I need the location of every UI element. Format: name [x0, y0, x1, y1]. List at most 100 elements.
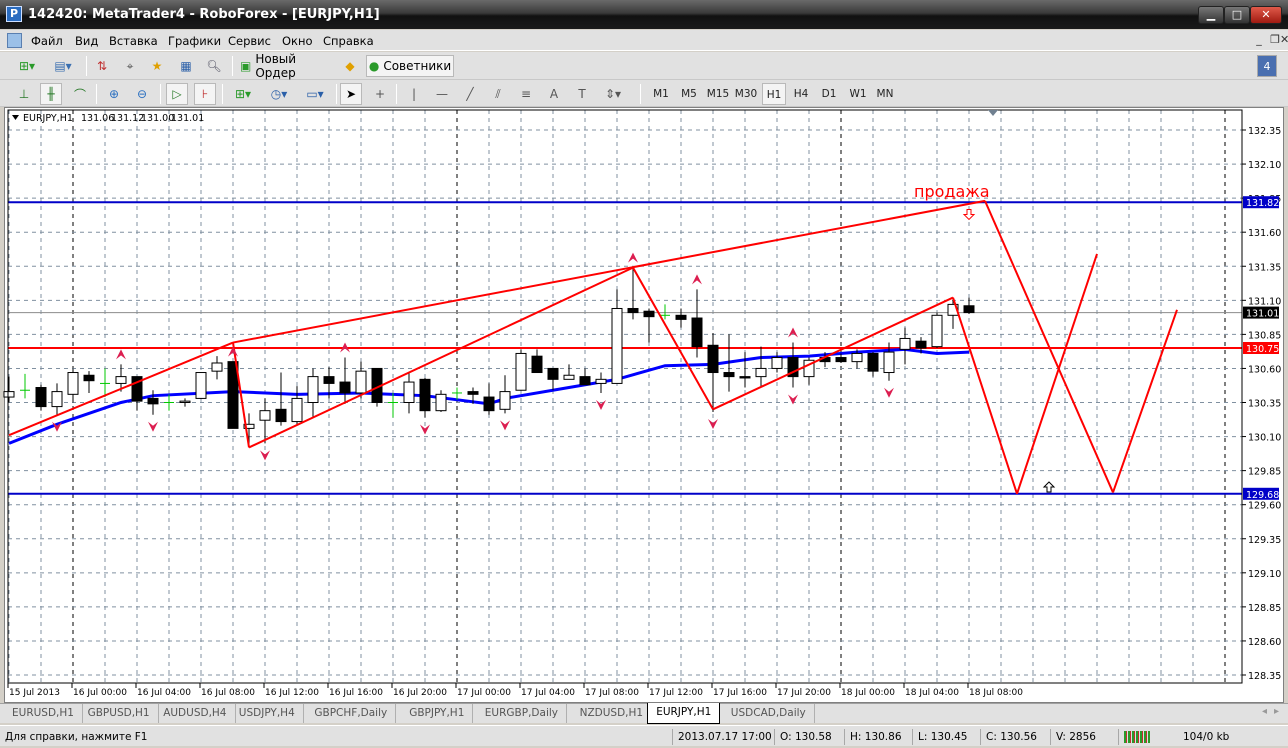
chart-tab[interactable]: EURJPY,H1: [647, 703, 721, 724]
price-label: 131.82: [1246, 198, 1279, 209]
new-order-button[interactable]: ▣ Новый Ордер: [240, 52, 336, 80]
zoom-out-icon[interactable]: ⊖: [132, 83, 152, 105]
new-chart-icon[interactable]: ⊞▾: [12, 55, 42, 77]
candle-body: [339, 381, 351, 394]
price-chart[interactable]: 132.35132.10131.85131.60131.35131.10130.…: [0, 108, 1288, 702]
cursor-icon[interactable]: ➤: [340, 83, 362, 105]
chart-tab[interactable]: USDCAD,Daily: [723, 704, 815, 723]
market-watch-icon[interactable]: ⇅: [92, 55, 112, 77]
chart-tab[interactable]: AUDUSD,H4: [155, 704, 236, 723]
chart-tab[interactable]: EURUSD,H1: [4, 704, 83, 723]
indicators-icon[interactable]: ⊞▾: [228, 83, 258, 105]
price-label: 129.68: [1246, 490, 1279, 501]
menu-charts[interactable]: Графики: [168, 34, 221, 48]
timeframe-m1[interactable]: M1: [648, 83, 674, 105]
candle-body: [963, 305, 975, 314]
text-label-icon[interactable]: T: [572, 83, 592, 105]
close-button[interactable]: ✕: [1250, 6, 1282, 24]
chart-open: 131.06: [81, 113, 114, 124]
timeframe-h4[interactable]: H4: [788, 83, 814, 105]
chart-tab[interactable]: GBPCHF,Daily: [306, 704, 397, 723]
autoscroll-icon[interactable]: ▷: [166, 83, 188, 105]
tabs-scroll-right-icon[interactable]: ▸: [1274, 706, 1279, 717]
trendline-icon[interactable]: ╱: [460, 83, 480, 105]
timeframe-m30[interactable]: M30: [732, 83, 760, 105]
chart-symbol: EURJPY,H1: [23, 113, 73, 124]
candle-body: [35, 387, 47, 408]
horizontal-line-icon[interactable]: —: [432, 83, 452, 105]
menu-insert[interactable]: Вставка: [109, 34, 158, 48]
menu-help[interactable]: Справка: [323, 34, 374, 48]
candle-body: [403, 381, 415, 403]
text-icon[interactable]: A: [544, 83, 564, 105]
candle-body: [67, 372, 79, 395]
menu-view[interactable]: Вид: [75, 34, 98, 48]
arrows-icon[interactable]: ⇕▾: [600, 83, 626, 105]
trend-line: [712, 296, 954, 411]
y-tick-label: 129.85: [1248, 467, 1281, 478]
fibonacci-icon[interactable]: ≡: [516, 83, 536, 105]
mdi-minimize-button[interactable]: _: [1252, 33, 1266, 47]
grid: [8, 110, 1242, 683]
y-tick-label: 132.10: [1248, 160, 1281, 171]
y-tick-label: 131.10: [1248, 296, 1281, 307]
experts-label: Советники: [383, 59, 452, 73]
alert-icon[interactable]: ◆: [340, 55, 360, 77]
menu-window[interactable]: Окно: [282, 34, 313, 48]
candle-body: [579, 376, 591, 386]
mdi-close-button[interactable]: ✕: [1280, 33, 1288, 47]
chart-low: 131.00: [141, 113, 174, 124]
periods-icon[interactable]: ◷▾: [264, 83, 294, 105]
strategy-tester-icon[interactable]: 🔍︎: [204, 55, 224, 77]
timeframe-mn[interactable]: MN: [872, 83, 898, 105]
vertical-line-icon[interactable]: |: [404, 83, 424, 105]
buy-arrow-icon: [1042, 481, 1056, 493]
chart-menu-triangle-icon[interactable]: [12, 115, 19, 120]
chart-tab[interactable]: USDJPY,H4: [231, 704, 304, 723]
candle-body: [307, 376, 319, 403]
bar-chart-icon[interactable]: ⊥: [14, 83, 34, 105]
tabs-scroll-left-icon[interactable]: ◂: [1262, 706, 1267, 717]
candle-body: [835, 357, 847, 363]
window-title: 142420: MetaTrader4 - RoboForex - [EURJP…: [28, 7, 380, 22]
candle-body: [563, 374, 575, 380]
candle-body: [899, 337, 911, 350]
notifications-badge[interactable]: 4: [1257, 55, 1277, 77]
y-tick-label: 128.35: [1248, 671, 1281, 682]
terminal-icon[interactable]: ▦: [176, 55, 196, 77]
y-tick-label: 129.35: [1248, 535, 1281, 546]
timeframe-m5[interactable]: M5: [676, 83, 702, 105]
y-tick-label: 130.35: [1248, 399, 1281, 410]
timeframe-h1[interactable]: H1: [762, 83, 786, 105]
minimize-button[interactable]: ▁: [1198, 6, 1224, 24]
timeframe-d1[interactable]: D1: [816, 83, 842, 105]
zoom-in-icon[interactable]: ⊕: [104, 83, 124, 105]
data-window-icon[interactable]: ⌖: [120, 55, 140, 77]
chart-tab[interactable]: GBPJPY,H1: [401, 704, 474, 723]
profiles-icon[interactable]: ▤▾: [48, 55, 78, 77]
candlestick-chart-icon[interactable]: ╫: [40, 83, 62, 105]
chart-shift-marker[interactable]: [988, 110, 998, 116]
candle-body: [83, 374, 95, 382]
timeframe-w1[interactable]: W1: [845, 83, 871, 105]
sell-annotation[interactable]: продажа: [914, 182, 990, 201]
standard-toolbar: ⊞▾ ▤▾ ⇅ ⌖ ★ ▦ 🔍︎ ▣ Новый Ордер ◆ ● Советни…: [0, 52, 1288, 80]
chart-tab[interactable]: NZDUSD,H1: [572, 704, 653, 723]
timeframe-m15[interactable]: M15: [703, 83, 733, 105]
line-chart-icon[interactable]: ⌒: [70, 83, 90, 105]
maximize-button[interactable]: □: [1224, 6, 1250, 24]
candle-body: [771, 357, 783, 369]
candle-body: [195, 372, 207, 399]
templates-icon[interactable]: ▭▾: [300, 83, 330, 105]
crosshair-icon[interactable]: +: [370, 83, 390, 105]
equidistant-channel-icon[interactable]: ⫽: [488, 83, 508, 105]
navigator-icon[interactable]: ★: [147, 55, 167, 77]
experts-button[interactable]: ● Советники: [366, 55, 454, 77]
menu-file[interactable]: Файл: [31, 34, 63, 48]
menu-tools[interactable]: Сервис: [228, 34, 271, 48]
status-traffic: 104/0 kb: [1183, 731, 1230, 743]
chart-shift-icon[interactable]: ⊦: [194, 83, 216, 105]
new-order-label: Новый Ордер: [255, 52, 297, 80]
chart-tab[interactable]: GBPUSD,H1: [80, 704, 159, 723]
chart-tab[interactable]: EURGBP,Daily: [477, 704, 567, 723]
